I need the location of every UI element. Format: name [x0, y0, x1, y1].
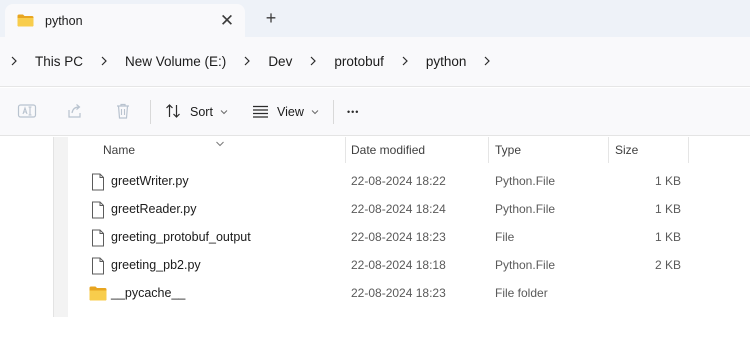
file-date: 22-08-2024 18:24 [351, 202, 446, 216]
view-button[interactable]: View [252, 88, 319, 136]
file-date: 22-08-2024 18:23 [351, 286, 446, 300]
file-name: greetWriter.py [111, 174, 189, 188]
folder-icon [17, 14, 34, 27]
share-icon [66, 102, 84, 123]
trash-icon [114, 102, 132, 123]
file-icon [90, 173, 106, 191]
file-date: 22-08-2024 18:23 [351, 230, 446, 244]
chevron-right-icon[interactable] [398, 54, 412, 68]
column-header-type[interactable]: Type [495, 137, 521, 163]
file-name: __pycache__ [111, 286, 186, 300]
file-row[interactable]: greetWriter.py 22-08-2024 18:22 Python.F… [68, 167, 750, 195]
new-tab-button[interactable]: + [258, 5, 284, 31]
file-size: 1 KB [654, 174, 681, 188]
chevron-down-icon [220, 108, 228, 117]
more-options-icon[interactable]: ••• [347, 88, 359, 136]
file-size: 1 KB [654, 202, 681, 216]
file-size [616, 279, 681, 307]
column-header-date[interactable]: Date modified [351, 137, 425, 163]
tab-python[interactable]: python ✕ [5, 4, 245, 37]
file-date: 22-08-2024 18:18 [351, 258, 446, 272]
column-header-size[interactable]: Size [615, 137, 638, 163]
chevron-right-icon[interactable] [480, 54, 494, 68]
view-list-icon [252, 104, 269, 121]
breadcrumb: This PC New Volume (E:) Dev protobuf pyt… [0, 37, 494, 85]
file-icon [90, 257, 106, 275]
file-row[interactable]: greetReader.py 22-08-2024 18:24 Python.F… [68, 195, 750, 223]
column-header-row: Name Date modified Type Size [68, 137, 750, 163]
chevron-right-icon[interactable] [306, 54, 320, 68]
address-bar[interactable]: This PC New Volume (E:) Dev protobuf pyt… [0, 37, 750, 87]
sort-label: Sort [190, 105, 213, 119]
view-label: View [277, 105, 304, 119]
command-bar: Sort View ••• [0, 88, 750, 136]
toolbar-divider [150, 100, 151, 124]
file-icon [90, 201, 106, 219]
breadcrumb-new-volume[interactable]: New Volume (E:) [125, 54, 226, 69]
chevron-right-icon[interactable] [97, 54, 111, 68]
file-size: 1 KB [654, 230, 681, 244]
breadcrumb-protobuf[interactable]: protobuf [334, 54, 384, 69]
file-type: Python.File [495, 174, 556, 188]
share-button[interactable] [66, 88, 84, 136]
file-type: Python.File [495, 202, 556, 216]
file-date: 22-08-2024 18:22 [351, 174, 446, 188]
file-type: File folder [495, 286, 548, 300]
sort-button[interactable]: Sort [165, 88, 228, 136]
column-divider[interactable] [608, 137, 609, 163]
file-row[interactable]: __pycache__ 22-08-2024 18:23 File folder [68, 279, 750, 307]
folder-icon [89, 286, 107, 301]
file-name: greeting_protobuf_output [111, 230, 251, 244]
breadcrumb-python[interactable]: python [426, 54, 467, 69]
file-type: Python.File [495, 258, 556, 272]
file-name: greeting_pb2.py [111, 258, 201, 272]
chevron-down-icon [311, 108, 319, 117]
file-size: 2 KB [654, 258, 681, 272]
tab-title: python [45, 13, 83, 28]
close-tab-icon[interactable]: ✕ [213, 7, 241, 35]
breadcrumb-this-pc[interactable]: This PC [35, 54, 83, 69]
file-name: greetReader.py [111, 202, 197, 216]
column-divider[interactable] [345, 137, 346, 163]
tab-strip: python ✕ + [0, 0, 750, 37]
sort-icon [165, 103, 182, 122]
file-icon [90, 229, 106, 247]
column-header-name[interactable]: Name [103, 137, 135, 163]
file-row[interactable]: greeting_pb2.py 22-08-2024 18:18 Python.… [68, 251, 750, 279]
file-type: File [495, 230, 515, 244]
toolbar-divider [333, 100, 334, 124]
navigation-pane[interactable] [54, 137, 68, 317]
file-row[interactable]: greeting_protobuf_output 22-08-2024 18:2… [68, 223, 750, 251]
column-divider[interactable] [488, 137, 489, 163]
chevron-right-icon[interactable] [240, 54, 254, 68]
delete-button[interactable] [114, 88, 132, 136]
column-divider[interactable] [688, 137, 689, 163]
breadcrumb-dev[interactable]: Dev [268, 54, 292, 69]
chevron-right-icon[interactable] [7, 54, 21, 68]
rename-icon [17, 102, 37, 123]
rename-button[interactable] [17, 88, 37, 136]
